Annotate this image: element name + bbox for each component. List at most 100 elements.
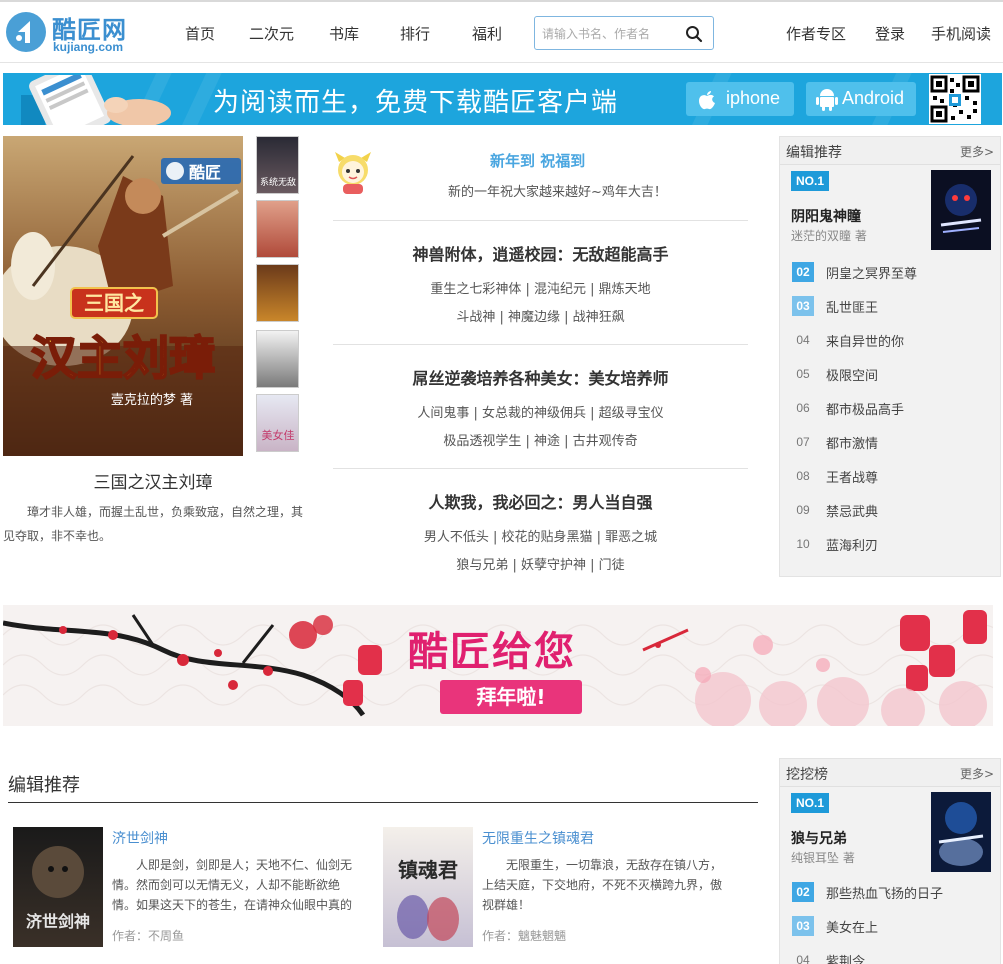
rank-heading: 挖挖榜 bbox=[786, 767, 828, 783]
rank-header: 挖挖榜 更多> bbox=[780, 759, 1000, 787]
recommend-block-links[interactable]: 人间鬼事 | 女总裁的神级佣兵 | 超级寻宝仪 bbox=[333, 402, 748, 421]
rank-item[interactable]: 09 禁忌武典 bbox=[780, 493, 1000, 527]
rank-book-name[interactable]: 乱世匪王 bbox=[826, 297, 878, 316]
rank-item[interactable]: 08 王者战尊 bbox=[780, 459, 1000, 493]
book-description: 无限重生，一切靠浪，无敌存在镇八方，上结天庭，下交地府，不死不灭横跨九界，傲视群… bbox=[482, 858, 723, 912]
rank-no1-cover[interactable] bbox=[931, 792, 991, 872]
book-author: 作者：魑魅魍魎 bbox=[482, 929, 567, 943]
rank-item[interactable]: 03 乱世匪王 bbox=[780, 289, 1000, 323]
rank-book-name[interactable]: 王者战尊 bbox=[826, 467, 878, 486]
rank-item[interactable]: 02 阴皇之冥界至尊 bbox=[780, 255, 1000, 289]
recommend-block-title[interactable]: 屌丝逆袭培养各种美女：美女培养师 bbox=[333, 365, 748, 389]
iphone-download-button[interactable]: iphone bbox=[686, 82, 794, 116]
rank-number: 06 bbox=[796, 401, 810, 415]
login-link[interactable]: 登录 bbox=[875, 23, 905, 44]
rank-item[interactable]: 04 来自异世的你 bbox=[780, 323, 1000, 357]
nav-home[interactable]: 首页 bbox=[185, 23, 215, 44]
cover-title-text: 汉主刘璋 bbox=[31, 331, 215, 385]
rank-book-name[interactable]: 来自异世的你 bbox=[826, 331, 904, 350]
qr-code bbox=[929, 74, 981, 124]
rank-book-name[interactable]: 阴皇之冥界至尊 bbox=[826, 263, 917, 282]
rank-item[interactable]: 02 那些热血飞扬的日子 bbox=[780, 875, 1000, 909]
search-icon[interactable] bbox=[685, 25, 703, 47]
rank-number: 04 bbox=[796, 333, 810, 347]
book-cover-jishi[interactable]: 济世剑神 bbox=[13, 827, 103, 947]
rank-book-name[interactable]: 美女在上 bbox=[826, 917, 878, 936]
rank-no1-title[interactable]: 阴阳鬼神瞳 bbox=[791, 206, 861, 226]
book-title[interactable]: 济世剑神 bbox=[112, 828, 168, 848]
rank-item[interactable]: 07 都市激情 bbox=[780, 425, 1000, 459]
cover-series-text: 三国之 bbox=[84, 291, 144, 315]
rank-number: 10 bbox=[796, 537, 810, 551]
featured-book-cover[interactable]: 酷匠 三国之 汉主刘璋 壹克拉的梦 著 bbox=[3, 136, 243, 456]
app-download-banner[interactable]: 为阅读而生，免费下载酷匠客户端 iphone Android bbox=[3, 73, 1002, 125]
author-zone-link[interactable]: 作者专区 bbox=[786, 23, 846, 44]
rank-item[interactable]: 10 蓝海利刃 bbox=[780, 527, 1000, 561]
rank-no1-cover[interactable] bbox=[931, 170, 991, 250]
thumbnail-4[interactable] bbox=[256, 330, 299, 388]
rank-more-link[interactable]: 更多> bbox=[960, 143, 994, 160]
newyear-greeting-button[interactable]: 拜年啦! bbox=[440, 680, 582, 714]
nav-welfare[interactable]: 福利 bbox=[472, 23, 502, 44]
site-header: 酷匠网 kujiang.com 首页 二次元 书库 排行 福利 作者专区 登录 … bbox=[0, 0, 1003, 63]
rank-number: 04 bbox=[796, 953, 810, 964]
recommend-block-links[interactable]: 男人不低头 | 校花的贴身黑猫 | 罪恶之城 bbox=[333, 526, 748, 545]
book-title[interactable]: 无限重生之镇魂君 bbox=[482, 828, 594, 848]
rank-header: 编辑推荐 更多> bbox=[780, 137, 1000, 165]
recommend-block-title[interactable]: 神兽附体，逍遥校园：无敌超能高手 bbox=[333, 241, 748, 265]
rank-book-name[interactable]: 都市激情 bbox=[826, 433, 878, 452]
thumbnail-1[interactable]: 系统无敌 bbox=[256, 136, 299, 194]
divider bbox=[333, 220, 748, 221]
rank-book-name[interactable]: 禁忌武典 bbox=[826, 501, 878, 520]
logo-domain: kujiang.com bbox=[53, 40, 124, 54]
thumbnail-3[interactable] bbox=[256, 264, 299, 322]
newyear-title[interactable]: 新年到 祝福到 bbox=[490, 150, 585, 171]
logo-icon bbox=[6, 12, 46, 52]
mascot-icon bbox=[335, 152, 371, 194]
recommend-block-title[interactable]: 人欺我，我必回之：男人当自强 bbox=[333, 489, 748, 513]
android-label: Android bbox=[842, 88, 905, 108]
rank-more-link[interactable]: 更多> bbox=[960, 765, 994, 782]
rank-book-name[interactable]: 那些热血飞扬的日子 bbox=[826, 883, 943, 902]
mobile-read-link[interactable]: 手机阅读 bbox=[931, 23, 991, 44]
rank-book-name[interactable]: 极限空间 bbox=[826, 365, 878, 384]
download-slogan: 为阅读而生，免费下载酷匠客户端 bbox=[213, 88, 619, 118]
rank-no1-title[interactable]: 狼与兄弟 bbox=[791, 828, 847, 848]
featured-book-title[interactable]: 三国之汉主刘璋 bbox=[3, 468, 303, 493]
rank-book-name[interactable]: 蓝海利刃 bbox=[826, 535, 878, 554]
android-download-button[interactable]: Android bbox=[806, 82, 916, 116]
site-logo[interactable]: 酷匠网 kujiang.com bbox=[6, 10, 136, 56]
rank-item[interactable]: 06 都市极品高手 bbox=[780, 391, 1000, 425]
nav-ranking[interactable]: 排行 bbox=[400, 23, 430, 44]
rank-number: 05 bbox=[796, 367, 810, 381]
thumbnail-2[interactable] bbox=[256, 200, 299, 258]
cover-author-text: 壹克拉的梦 著 bbox=[111, 392, 193, 408]
rank-heading: 编辑推荐 bbox=[786, 145, 842, 161]
dig-rank-panel: 挖挖榜 更多> NO.1 狼与兄弟 纯银耳坠 著 02 那些热血飞扬的日子 03 美… bbox=[779, 758, 1001, 964]
rank-no1-author: 纯银耳坠 著 bbox=[791, 851, 855, 865]
rank-number: 03 bbox=[792, 296, 814, 316]
rank-number: 02 bbox=[792, 882, 814, 902]
newyear-banner-title: 酷匠给您 bbox=[408, 628, 576, 675]
iphone-label: iphone bbox=[726, 88, 781, 108]
newyear-banner[interactable]: 酷匠给您 拜年啦! bbox=[3, 605, 993, 726]
rank-item[interactable]: 04 紫荆令 bbox=[780, 943, 1000, 964]
cover-text: 镇魂君 bbox=[398, 858, 458, 882]
featured-book-description: 璋才非人雄，而握土乱世，负乘致寇，自然之理，其见夺取，非不幸也。 bbox=[3, 505, 304, 543]
rank-book-name[interactable]: 都市极品高手 bbox=[826, 399, 904, 418]
nav-library[interactable]: 书库 bbox=[329, 23, 359, 44]
rank-book-name[interactable]: 紫荆令 bbox=[826, 951, 865, 964]
search-input[interactable] bbox=[542, 25, 682, 43]
book-cover-zhenhun[interactable]: 镇魂君 bbox=[383, 827, 473, 947]
rank-item[interactable]: 05 极限空间 bbox=[780, 357, 1000, 391]
recommend-block-links[interactable]: 极品透视学生 | 神途 | 古井观传奇 bbox=[333, 430, 748, 449]
thumbnail-5[interactable]: 美女佳 bbox=[256, 394, 299, 452]
book-author: 作者：不周鱼 bbox=[112, 929, 185, 943]
recommend-block-links[interactable]: 重生之七彩神体 | 混沌纪元 | 鼎炼天地 bbox=[333, 278, 748, 297]
recommend-block-links[interactable]: 斗战神 | 神魔边缘 | 战神狂飙 bbox=[333, 306, 748, 325]
nav-anime[interactable]: 二次元 bbox=[249, 23, 294, 44]
rank-item[interactable]: 03 美女在上 bbox=[780, 909, 1000, 943]
recommend-block-links[interactable]: 狼与兄弟 | 妖孽守护神 | 门徒 bbox=[333, 554, 748, 573]
rank-number: 07 bbox=[796, 435, 810, 449]
thumbnail-label: 系统无敌 bbox=[260, 176, 296, 188]
